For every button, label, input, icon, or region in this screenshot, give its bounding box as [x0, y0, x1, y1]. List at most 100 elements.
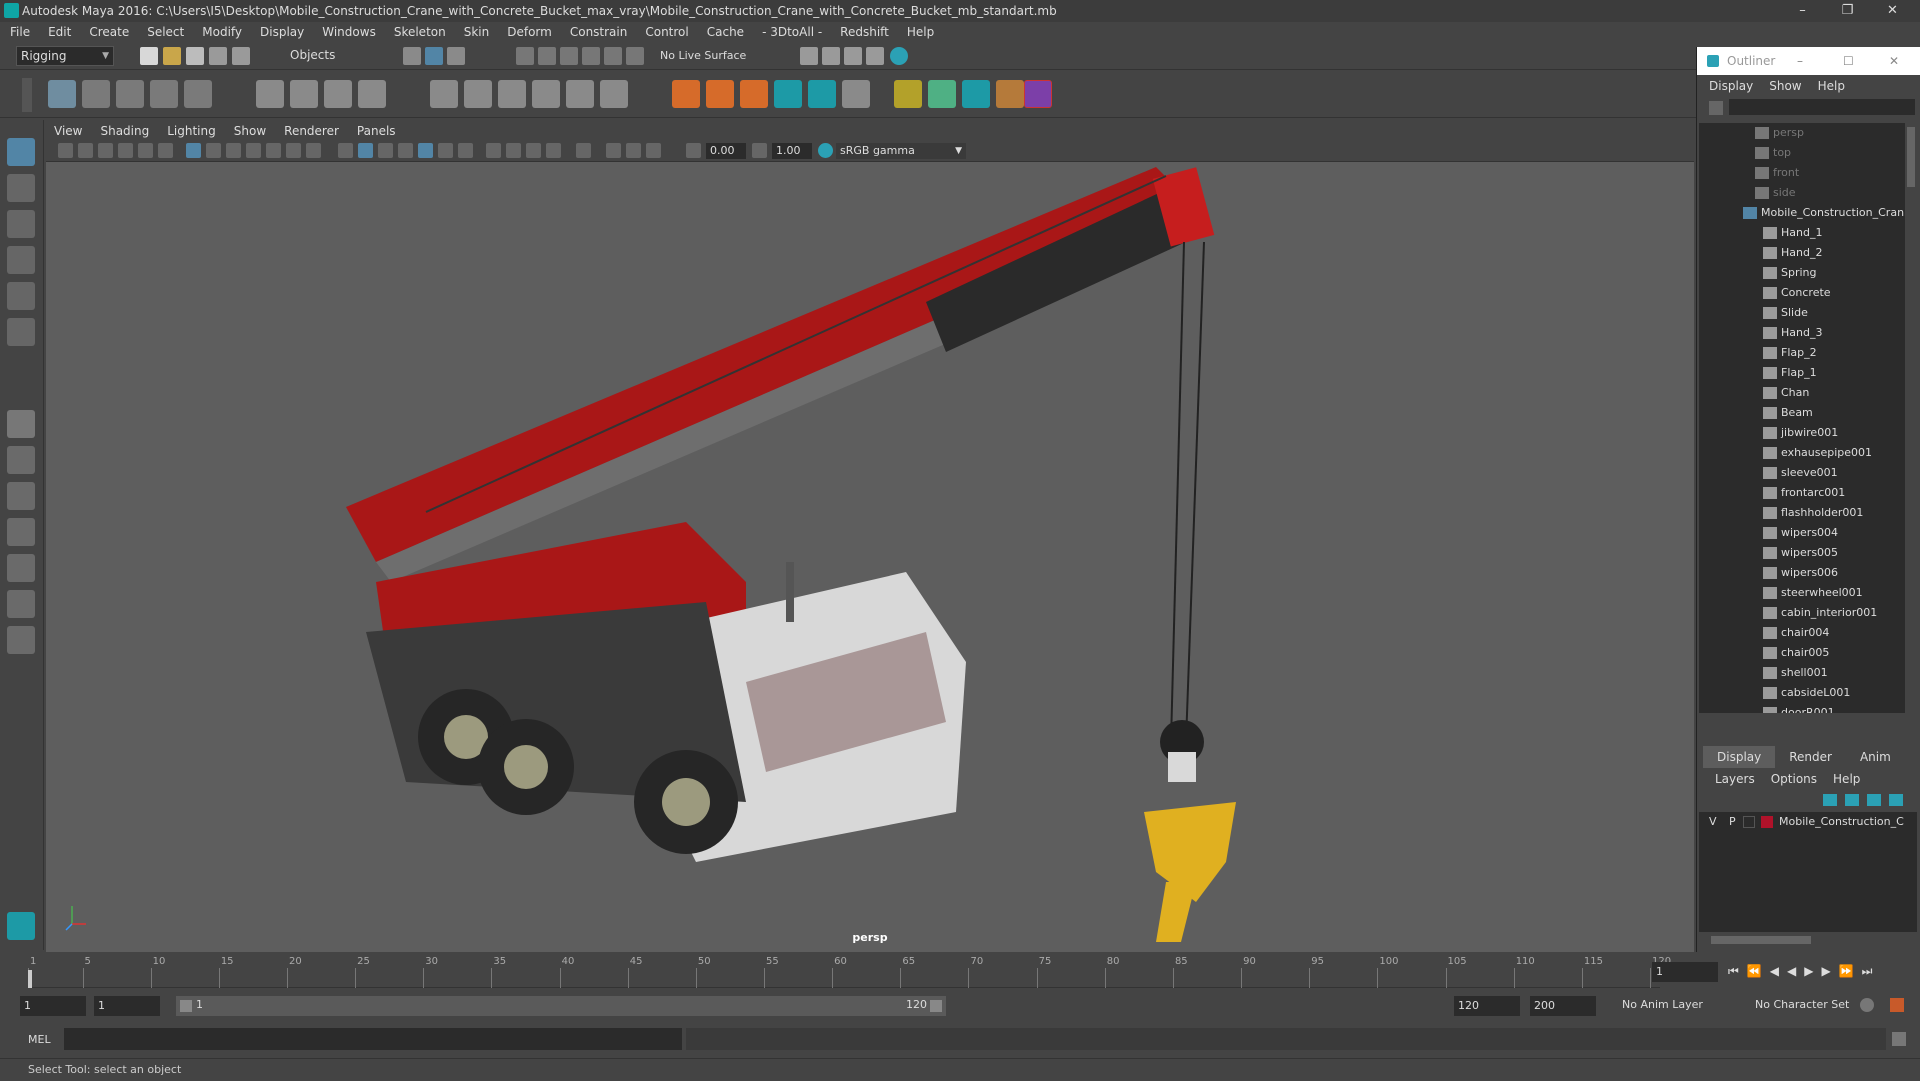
outliner-maximize-button[interactable]: ☐ [1843, 47, 1854, 75]
maximize-button[interactable]: ❐ [1825, 0, 1870, 22]
default-material-icon[interactable] [378, 143, 393, 158]
viewport-persp[interactable]: persp [46, 162, 1694, 952]
step-forward-frame-icon[interactable]: ▶ [1821, 964, 1830, 979]
go-to-start-icon[interactable]: ⏮ [1728, 964, 1739, 979]
redshift-icon[interactable] [1024, 80, 1052, 108]
menu-windows[interactable]: Windows [322, 25, 376, 39]
outliner-item-wipers004[interactable]: wipers004 [1699, 523, 1905, 543]
textured-icon[interactable] [418, 143, 433, 158]
outliner-item-flap_1[interactable]: Flap_1 [1699, 363, 1905, 383]
outliner-item-concrete[interactable]: Concrete [1699, 283, 1905, 303]
menu-modify[interactable]: Modify [202, 25, 242, 39]
outliner-camera-side[interactable]: side [1699, 183, 1905, 203]
open-scene-icon[interactable] [163, 47, 181, 65]
xray-active-icon[interactable] [646, 143, 661, 158]
outliner-camera-front[interactable]: front [1699, 163, 1905, 183]
anim-preferences-icon[interactable] [1890, 998, 1904, 1012]
outliner-item-slide[interactable]: Slide [1699, 303, 1905, 323]
four-view-icon[interactable] [7, 446, 35, 474]
menu-cache[interactable]: Cache [707, 25, 744, 39]
menu-skeleton[interactable]: Skeleton [394, 25, 446, 39]
rotate-tool-icon[interactable] [7, 282, 35, 310]
safe-title-icon[interactable] [306, 143, 321, 158]
scale-constraint-icon[interactable] [532, 80, 560, 108]
range-start-handle[interactable] [180, 1000, 192, 1012]
menu-display[interactable]: Display [260, 25, 304, 39]
outliner-item-hand_1[interactable]: Hand_1 [1699, 223, 1905, 243]
outliner-item-cabin_interior001[interactable]: cabin_interior001 [1699, 603, 1905, 623]
menu-help[interactable]: Help [907, 25, 934, 39]
outliner-item-steerwheel001[interactable]: steerwheel001 [1699, 583, 1905, 603]
wireframe-on-shaded-icon[interactable] [398, 143, 413, 158]
outliner-camera-persp[interactable]: persp [1699, 123, 1905, 143]
cluster-icon[interactable] [358, 80, 386, 108]
outliner-menu-help[interactable]: Help [1818, 79, 1845, 93]
tab-display[interactable]: Display [1703, 746, 1776, 768]
outliner-item-jibwire001[interactable]: jibwire001 [1699, 423, 1905, 443]
new-layer-icon[interactable] [1867, 794, 1881, 806]
render-settings-icon[interactable] [866, 47, 884, 65]
ssao-icon[interactable] [486, 143, 501, 158]
outliner-item-wipers006[interactable]: wipers006 [1699, 563, 1905, 583]
outliner-item-chan[interactable]: Chan [1699, 383, 1905, 403]
outliner-camera-top[interactable]: top [1699, 143, 1905, 163]
menu-deform[interactable]: Deform [507, 25, 552, 39]
lights-icon[interactable] [438, 143, 453, 158]
xray-icon[interactable] [606, 143, 621, 158]
layer-menu-help[interactable]: Help [1833, 772, 1860, 786]
current-time-indicator[interactable] [28, 970, 32, 988]
hypershade-icon[interactable] [890, 47, 908, 65]
outliner-search-input[interactable] [1729, 99, 1915, 115]
layout-options-icon[interactable] [7, 626, 35, 654]
step-forward-key-icon[interactable]: ⏩ [1839, 964, 1854, 979]
ik-spline-icon[interactable] [116, 80, 144, 108]
persp-graph-icon[interactable] [7, 518, 35, 546]
paint-skin-icon[interactable] [894, 80, 922, 108]
panel-menu-show[interactable]: Show [234, 124, 266, 138]
outliner-item-sleeve001[interactable]: sleeve001 [1699, 463, 1905, 483]
paint-select-icon[interactable] [7, 210, 35, 238]
single-view-icon[interactable] [7, 410, 35, 438]
locator-icon[interactable] [672, 80, 700, 108]
timeline-ruler[interactable]: 1 5 10 15 20 25 30 35 40 45 50 55 60 65 70 75 80 85 90 95 10… [28, 954, 1671, 988]
outliner-item-chair005[interactable]: chair005 [1699, 643, 1905, 663]
select-component-icon[interactable] [447, 47, 465, 65]
menuset-dropdown[interactable]: Rigging ▼ [16, 46, 114, 66]
new-scene-icon[interactable] [140, 47, 158, 65]
select-tool-icon[interactable] [7, 138, 35, 166]
isolate-select-icon[interactable] [576, 143, 591, 158]
range-end-field[interactable]: 120 [1454, 996, 1520, 1016]
panel-menu-panels[interactable]: Panels [357, 124, 396, 138]
safe-action-icon[interactable] [286, 143, 301, 158]
panel-menu-view[interactable]: View [54, 124, 82, 138]
outliner-root-group[interactable]: Mobile_Construction_Cran [1699, 203, 1905, 223]
antialias-icon[interactable] [526, 143, 541, 158]
resolution-gate-icon[interactable] [226, 143, 241, 158]
maya-icon[interactable] [962, 80, 990, 108]
layer-hscrollbar[interactable] [1711, 936, 1811, 944]
two-d-pan-icon[interactable] [138, 143, 153, 158]
joint-orient-icon[interactable] [706, 80, 734, 108]
insert-joint-icon[interactable] [150, 80, 178, 108]
pole-vector-icon[interactable] [600, 80, 628, 108]
menu-edit[interactable]: Edit [48, 25, 71, 39]
point-constraint-icon[interactable] [464, 80, 492, 108]
image-plane-icon[interactable] [118, 143, 133, 158]
current-frame-field[interactable]: 1 [1652, 962, 1718, 982]
snap-vertex-icon[interactable] [626, 47, 644, 65]
outliner-item-cabsidel001[interactable]: cabsideL001 [1699, 683, 1905, 703]
render-view-icon[interactable] [800, 47, 818, 65]
menu-3dtoall[interactable]: - 3DtoAll - [762, 25, 822, 39]
wireframe-icon[interactable] [338, 143, 353, 158]
range-slider[interactable]: 1 120 [176, 996, 946, 1016]
outliner-item-shell001[interactable]: shell001 [1699, 663, 1905, 683]
outliner-filter-icon[interactable] [1709, 101, 1723, 115]
parent-constraint-icon[interactable] [430, 80, 458, 108]
outliner-item-doorr001[interactable]: doorR001 [1699, 703, 1905, 713]
camera-attr-icon[interactable] [78, 143, 93, 158]
outliner-item-spring[interactable]: Spring [1699, 263, 1905, 283]
outliner-item-hand_3[interactable]: Hand_3 [1699, 323, 1905, 343]
outliner-close-button[interactable]: ✕ [1889, 47, 1899, 75]
scale-tool-icon[interactable] [7, 318, 35, 346]
menu-control[interactable]: Control [645, 25, 688, 39]
